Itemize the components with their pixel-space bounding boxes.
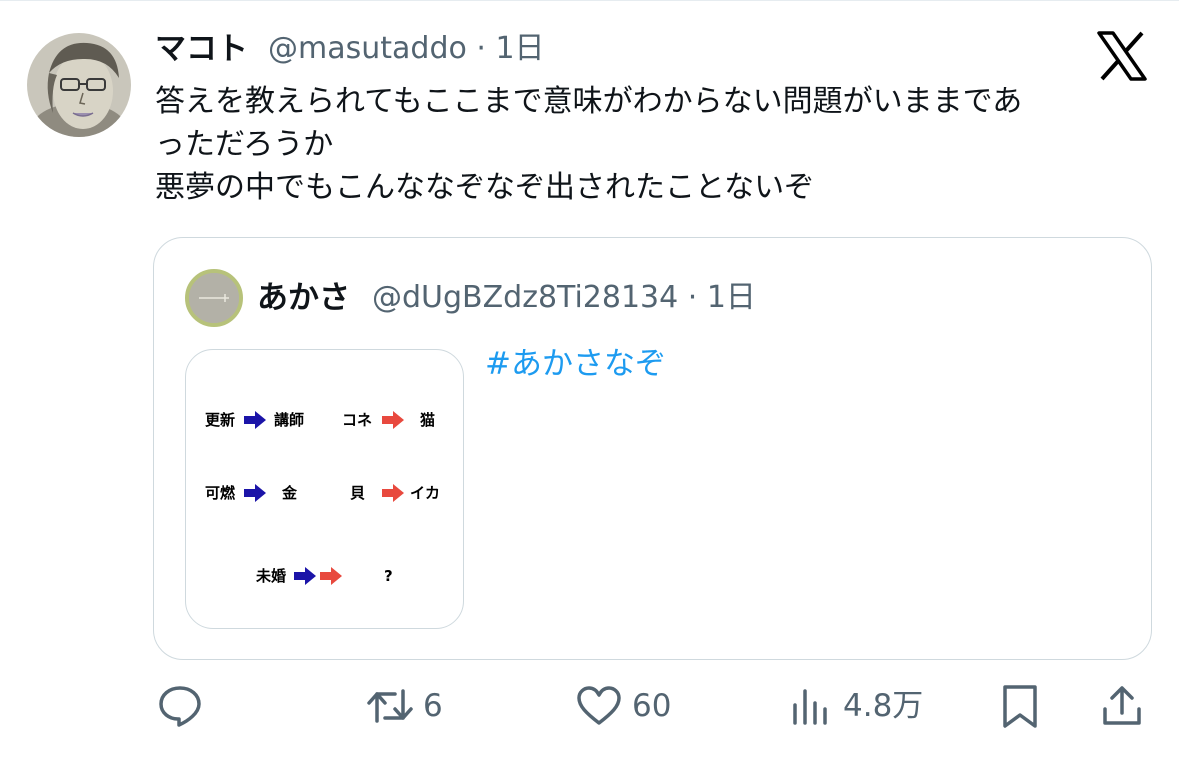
- author-handle-time[interactable]: @masutaddo · 1日: [268, 27, 545, 71]
- riddle-word: イカ: [410, 484, 441, 502]
- tweet-text-line: っただろうか: [155, 127, 334, 162]
- quote-riddle-image[interactable]: 更新 講師 コネ 猫 可燃 金 貝 イカ 未婚 ?: [185, 349, 464, 629]
- riddle-word: 金: [282, 484, 298, 502]
- tweet-text-line: 悪夢の中でもこんななぞなぞ出されたことないぞ: [155, 170, 815, 205]
- like-button[interactable]: 60: [576, 680, 671, 732]
- top-divider: [0, 0, 1179, 1]
- tweet-text: 答えを教えられてもここまで意味がわからない問題がいままであ っただろうか 悪夢の…: [155, 80, 1155, 209]
- blue-arrow-icon: [294, 567, 316, 585]
- author-avatar[interactable]: [27, 33, 131, 137]
- quote-author-name[interactable]: あかさ: [257, 276, 350, 320]
- reply-icon: [159, 686, 201, 727]
- blue-arrow-icon: [244, 484, 266, 502]
- quote-avatar-drawing: [189, 273, 239, 323]
- retweet-icon: [367, 689, 413, 723]
- views-button[interactable]: 4.8万: [787, 680, 923, 732]
- avatar-drawing: [27, 33, 131, 137]
- retweet-count: 6: [423, 688, 443, 724]
- quote-author-handle-time[interactable]: @dUgBZdz8Ti28134 · 1日: [372, 276, 756, 320]
- quote-author-avatar[interactable]: [185, 269, 243, 327]
- retweet-button[interactable]: 6: [367, 680, 443, 732]
- red-arrow-icon: [382, 411, 404, 429]
- views-count: 4.8万: [843, 688, 924, 724]
- x-logo-icon: [1096, 30, 1148, 82]
- tweet-text-line: 答えを教えられてもここまで意味がわからない問題がいままであ: [155, 84, 1023, 119]
- riddle-word: コネ: [342, 411, 373, 429]
- quoted-tweet[interactable]: あかさ @dUgBZdz8Ti28134 · 1日 #あかさなぞ 更新 講師 コ…: [153, 237, 1152, 660]
- riddle-word: 可燃: [205, 484, 236, 502]
- share-button[interactable]: [1099, 680, 1145, 732]
- red-arrow-icon: [382, 484, 404, 502]
- views-chart-icon: [793, 689, 827, 725]
- riddle-word: 未婚: [256, 567, 287, 585]
- heart-icon: [577, 686, 621, 725]
- red-arrow-icon: [320, 567, 342, 585]
- like-count: 60: [632, 688, 672, 724]
- blue-arrow-icon: [244, 411, 266, 429]
- riddle-word: 更新: [205, 411, 236, 429]
- share-icon: [1103, 686, 1141, 725]
- bookmark-icon: [1003, 685, 1037, 728]
- quote-hashtag-link[interactable]: #あかさなぞ: [485, 342, 666, 386]
- riddle-answer: ?: [384, 567, 393, 585]
- riddle-word: 猫: [420, 411, 436, 429]
- riddle-word: 講師: [274, 411, 305, 429]
- reply-button[interactable]: [157, 680, 203, 732]
- bookmark-button[interactable]: [997, 680, 1043, 732]
- author-name[interactable]: マコト: [155, 27, 248, 71]
- riddle-word: 貝: [350, 484, 366, 502]
